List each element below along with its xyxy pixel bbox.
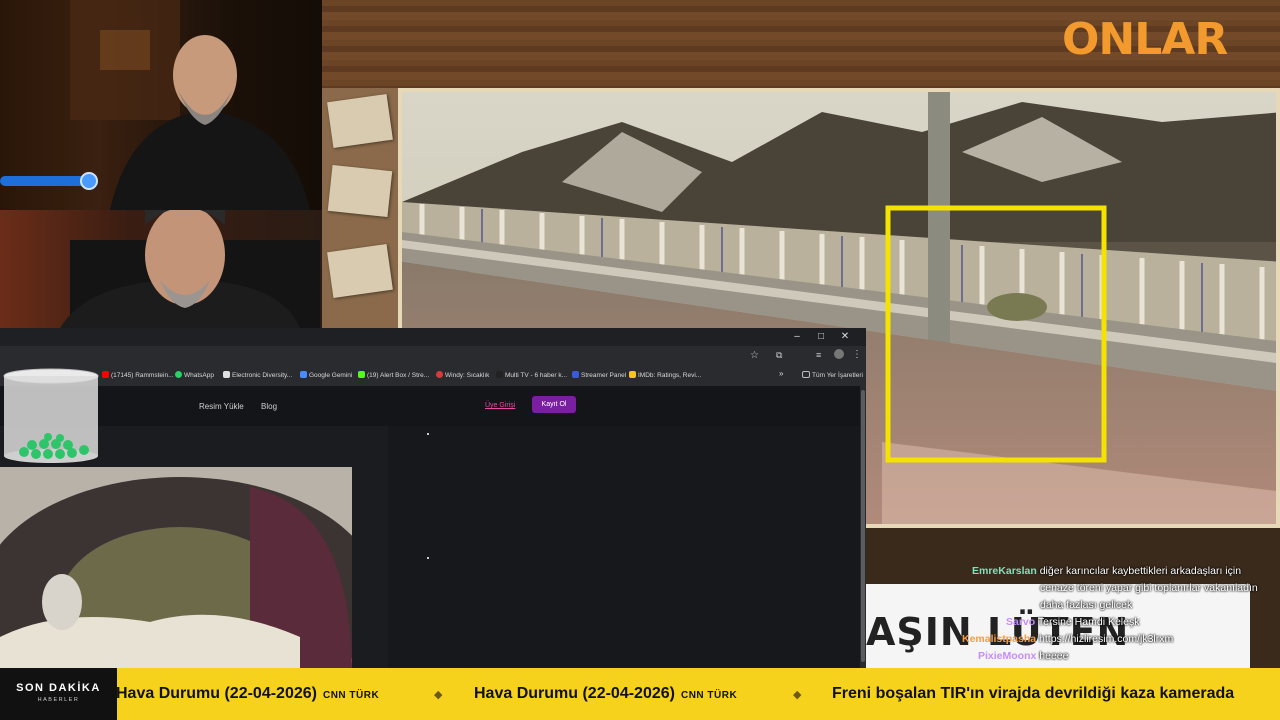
youtube-icon [102,371,109,378]
blog-link[interactable]: Blog [261,402,277,411]
imdb-icon [629,371,636,378]
chat-text: daha fazlası gelicek [1040,599,1133,611]
brand-logo: ONLAR [1062,14,1228,65]
pet-camera [0,467,352,668]
profile-icon[interactable] [834,349,844,359]
chat-message: Kemalistpasha https://hizliresim.com/jk3… [962,631,1173,648]
chat-message: EmreKarslan diğer karıncılar kaybettikle… [972,563,1241,580]
clover-jar-widget [2,368,100,464]
bookmark-item[interactable]: WhatsApp [175,371,214,379]
content-dot [427,557,429,559]
chat-panel: EmreKarslan diğer karıncılar kaybettikle… [962,563,1280,668]
chat-username[interactable]: Sarvo [1006,616,1035,628]
chat-message: daha fazlası gelicek [1040,597,1132,614]
ticker-separator: ◆ [793,689,802,701]
webcam-guest [0,210,322,328]
upload-link[interactable]: Resim Yükle [199,402,244,411]
panel-icon [572,371,579,378]
chat-text: cenaze töreni yapar gibi toplanırlar vak… [1040,582,1258,594]
whatsapp-icon [175,371,182,378]
volume-slider-knob[interactable] [80,172,98,190]
register-button[interactable]: Kayıt Ol [532,396,576,413]
gemini-icon [300,371,307,378]
chat-text: Tersine Hamdi Keleşk [1037,616,1140,628]
content-dot [427,433,429,435]
chat-username[interactable]: PixieMoonx [978,650,1036,662]
windy-icon [436,371,443,378]
bookmark-item[interactable]: Multi TV - 6 haber k... [496,371,567,379]
bookmark-item[interactable]: Streamer Panel [572,371,626,379]
badge-subtitle: HABERLER [37,697,80,703]
maximize-button[interactable]: □ [810,330,832,344]
page-icon [223,371,230,378]
bookmark-item[interactable]: Google Gemini [300,371,352,379]
media-icon[interactable]: ≡ [816,350,821,360]
ticker-separator: ◆ [434,689,443,701]
chat-message: PixieMoonx heeee [978,648,1068,665]
chat-username[interactable]: EmreKarslan [972,565,1037,577]
menu-icon[interactable]: ⋮ [852,349,862,360]
chat-text: https://hizliresim.com/jk3lrxm [1039,633,1174,645]
alert-icon [358,371,365,378]
ticker-item: Hava Durumu (22-04-2026) CNN TÜRK [116,685,380,702]
ticker-item: Freni boşalan TIR'ın virajda devrildiği … [832,685,1235,702]
site-navbar: Resim Yükle Blog Üye Girişi Kayıt Ol [0,386,860,426]
chat-message: Sarvo Tersine Hamdi Keleşk [1006,614,1139,631]
jar-icon [3,368,99,463]
close-button[interactable]: ✕ [834,330,856,344]
bookmark-item[interactable]: (17145) Rammstein... [102,371,174,379]
bookmark-item[interactable]: Windy: Sıcaklık [436,371,489,379]
tv-icon [496,371,503,378]
minimize-button[interactable]: – [786,330,808,344]
bookmarks-overflow-button[interactable]: » [779,369,783,378]
newspaper-collage [322,88,398,328]
address-bar: ☆ ⧉ ≡ ⋮ [0,346,866,368]
extensions-icon[interactable]: ⧉ [776,350,782,361]
folder-icon [802,371,810,378]
news-ticker: SON DAKİKA HABERLER Hava Durumu (22-04-2… [0,668,1280,720]
scrollbar-thumb[interactable] [861,390,865,662]
breaking-news-badge: SON DAKİKA HABERLER [0,668,117,720]
star-icon[interactable]: ☆ [750,350,759,361]
badge-title: SON DAKİKA [16,682,101,694]
pet-bed-scene [0,477,352,668]
chat-text: diğer karıncılar kaybettikleri arkadaşla… [1039,565,1242,577]
bookmark-item[interactable]: IMDb: Ratings, Revi... [629,371,701,379]
bookmark-item[interactable]: (19) Alert Box / Stre... [358,371,429,379]
ticker-item: Hava Durumu (22-04-2026) CNN TÜRK [474,685,738,702]
all-bookmarks-button[interactable]: Tüm Yer İşaretleri [802,371,863,379]
chat-username[interactable]: Kemalistpasha [962,633,1036,645]
chat-message: cenaze töreni yapar gibi toplanırlar vak… [1040,580,1258,597]
volume-slider-track[interactable] [0,176,92,186]
guest-silhouette [60,210,320,328]
bookmarks-bar: (17145) Rammstein... WhatsApp Electronic… [0,368,866,387]
bookmark-item[interactable]: Electronic Diversity... [223,371,292,379]
login-link[interactable]: Üye Girişi [485,402,515,409]
chat-text: heeee [1039,650,1069,662]
title-bar: – □ ✕ [0,328,866,346]
